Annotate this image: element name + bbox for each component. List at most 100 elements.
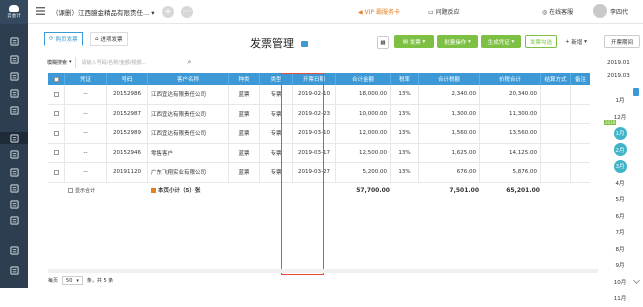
cell-total: 11,300.00 — [480, 104, 541, 123]
table-row[interactable]: -- 20191120 广东飞翔实业有限公司 蓝票 专票 2019-03-27 5,200.… — [48, 163, 590, 183]
cell-amount: 12,000.00 — [336, 124, 391, 143]
lock-icon[interactable] — [8, 264, 20, 276]
table-row[interactable]: -- 20152986 江西宜达有限责任公司 蓝票 专票 2019-02-10 18,000… — [48, 85, 590, 105]
app-logo[interactable]: 云会计 — [0, 0, 28, 24]
cell-number: 20152989 — [107, 124, 148, 143]
tab-sales-invoice[interactable]: ⟳ 购页发票 — [44, 32, 83, 46]
cell-kind: 蓝票 — [229, 85, 260, 104]
search-input[interactable]: 请输入号码/名称/金额/税额... — [76, 59, 188, 66]
generate-voucher-button[interactable]: 生成凭证 ▾ — [481, 35, 521, 48]
video-icon[interactable] — [300, 41, 308, 47]
search-mode-select[interactable]: 模糊搜索 ▾ — [44, 56, 76, 68]
year-badge: 2019 — [604, 120, 617, 125]
month-item[interactable]: 3月 — [604, 158, 636, 175]
month-item[interactable]: 7月 — [604, 224, 636, 241]
cell-rate: 13% — [391, 143, 419, 162]
cell-kind: 蓝票 — [229, 124, 260, 143]
topbar: （课删）江西臆金精品有限责任... ▾ + ⋯ ◀ VIP 霸服务卡 ▭ 问题反… — [28, 0, 643, 24]
col-header: 凭证 — [65, 73, 107, 85]
home-icon: ⌂ — [95, 36, 99, 42]
search-icon[interactable]: ⌕ — [188, 58, 192, 67]
table-row[interactable]: -- 20152987 江西宜达有限责任公司 蓝票 专票 2019-02-23 10,000… — [48, 104, 590, 124]
cell-number: 20191120 — [107, 163, 148, 182]
cell-type: 专票 — [260, 85, 293, 104]
page-size-select[interactable]: 50 ▾ — [62, 276, 83, 285]
add-circle-icon[interactable]: + — [162, 6, 174, 18]
clipboard-icon[interactable] — [8, 104, 20, 116]
month-item[interactable]: 11月 — [604, 290, 636, 307]
avatar[interactable] — [593, 4, 607, 18]
month-item[interactable]: 8月 — [604, 241, 636, 258]
col-header: 结算方式 — [541, 73, 571, 85]
cell-type: 专票 — [260, 124, 293, 143]
month-item[interactable]: 1月 — [604, 125, 636, 142]
period-panel: 2019.01 2019.03 1月 12月 1月 2月 3月 4月 5月 6月 7月 8月 9月 1… — [604, 48, 643, 302]
header-checkbox[interactable] — [48, 73, 65, 85]
invoice-check-button[interactable]: 发票勾选 — [525, 35, 557, 48]
panel-up-arrow-icon[interactable] — [633, 88, 639, 96]
col-header: 合计税额 — [419, 73, 480, 85]
col-header: 税率 — [391, 73, 419, 85]
grid-icon: ▦ — [380, 39, 386, 46]
col-header: 种类 — [229, 73, 260, 85]
settings-icon[interactable] — [8, 198, 20, 210]
show-total-toggle[interactable]: 显示合计 — [65, 183, 148, 198]
menu-icon[interactable] — [36, 7, 45, 17]
cell-date: 2019-03-27 — [293, 163, 336, 182]
table-footer: 显示合计 本页小计（5）张 57,700.00 7,501.00 65,201.… — [48, 183, 590, 198]
period-button[interactable]: 开票期间 — [604, 35, 640, 48]
book-icon[interactable] — [8, 166, 20, 178]
row-checkbox[interactable] — [48, 124, 65, 143]
month-item[interactable]: 5月 — [604, 191, 636, 208]
month-item[interactable]: 6月 — [604, 208, 636, 225]
month-item[interactable]: 2月 — [604, 142, 636, 159]
table-row[interactable]: -- 20152989 江西宜达有限责任公司 蓝票 专票 2019-03-10 12,000… — [48, 124, 590, 144]
receipt-icon[interactable] — [8, 182, 20, 194]
cell-rate: 13% — [391, 104, 419, 123]
row-checkbox[interactable] — [48, 163, 65, 182]
page-title: 发票管理 — [250, 35, 308, 51]
tab-purchase-invoice[interactable]: ⌂ 进项发票 — [90, 32, 128, 46]
cell-kind: 蓝票 — [229, 104, 260, 123]
search-bar: 模糊搜索 ▾ 请输入号码/名称/金额/税额... ⌕ — [44, 56, 191, 68]
period-to[interactable]: 2019.03 — [607, 73, 630, 79]
export-icon[interactable] — [8, 244, 20, 256]
horizontal-scrollbar[interactable] — [48, 269, 598, 273]
feedback-link[interactable]: ▭ 问题反应 — [428, 7, 460, 16]
add-button[interactable]: + 新增 ▾ — [562, 35, 590, 48]
user-name[interactable]: 李四代 — [610, 7, 628, 16]
pager: 每页 50 ▾ 条，共 5 条 — [48, 276, 114, 285]
month-item[interactable]: 4月 — [604, 175, 636, 192]
col-header: 备注 — [574, 77, 586, 83]
notes-icon[interactable] — [8, 214, 20, 226]
layout-button[interactable]: ▦ — [377, 36, 389, 49]
cell-voucher: -- — [65, 124, 107, 143]
cell-note — [571, 163, 590, 182]
home-icon[interactable] — [8, 35, 20, 47]
row-checkbox[interactable] — [48, 143, 65, 162]
cell-customer: 零售客户 — [148, 143, 229, 162]
invoice-icon[interactable] — [0, 132, 28, 144]
grid-circle-icon[interactable]: ⋯ — [181, 6, 193, 18]
company-selector[interactable]: （课删）江西臆金精品有限责任... ▾ — [52, 7, 155, 17]
row-checkbox[interactable] — [48, 85, 65, 104]
cell-tax: 676.00 — [419, 163, 480, 182]
row-checkbox[interactable] — [48, 104, 65, 123]
folder-icon[interactable] — [8, 87, 20, 99]
col-header: 价税合计 — [480, 73, 541, 85]
cell-amount: 18,000.00 — [336, 85, 391, 104]
table-row[interactable]: -- 20152946 零售客户 蓝票 专票 2019-03-17 12,500.00 13%… — [48, 143, 590, 163]
chart-icon[interactable] — [8, 70, 20, 82]
cell-tax: 1,560.00 — [419, 124, 480, 143]
period-from[interactable]: 2019.01 — [607, 60, 630, 66]
vip-link[interactable]: ◀ VIP 霸服务卡 — [358, 7, 400, 16]
cell-customer: 广东飞翔实业有限公司 — [148, 163, 229, 182]
invoice-dropdown-button[interactable]: ▤ 发票 ▾ — [394, 35, 434, 48]
month-item[interactable]: 9月 — [604, 257, 636, 274]
online-service-link[interactable]: ◎ 在线客服 — [542, 7, 573, 16]
batch-operation-button[interactable]: 批量操作 ▾ — [437, 35, 478, 48]
month-item[interactable]: 1月 — [604, 92, 636, 109]
chevron-down-icon: ▾ — [69, 59, 72, 65]
image-icon[interactable] — [8, 148, 20, 160]
calendar-icon[interactable] — [8, 53, 20, 65]
